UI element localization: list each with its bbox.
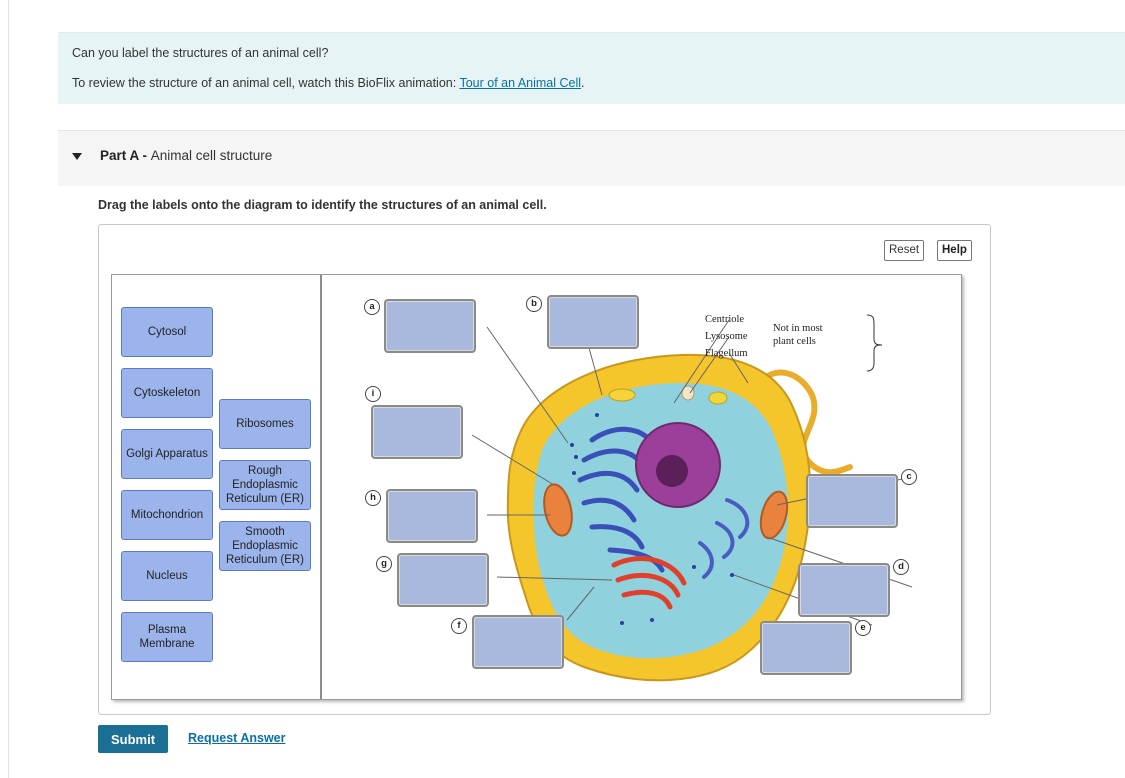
centriole-shape	[608, 388, 636, 402]
drop-target-f[interactable]	[472, 615, 564, 669]
drop-target-b[interactable]	[547, 295, 639, 349]
drop-target-e[interactable]	[760, 621, 852, 675]
label-smooth-er[interactable]: Smooth Endoplasmic Reticulum (ER)	[219, 521, 311, 571]
intro-question: Can you label the structures of an anima…	[72, 46, 329, 60]
drag-board: Cytosol Cytoskeleton Ribosomes Golgi App…	[111, 274, 962, 700]
lysosome-annotation: Lysosome	[705, 331, 748, 342]
label-ribosomes[interactable]: Ribosomes	[219, 399, 311, 449]
instruction-text: Drag the labels onto the diagram to iden…	[98, 198, 547, 212]
target-letter-h: h	[365, 490, 381, 506]
part-a-header[interactable]: Part A - Animal cell structure	[58, 130, 1125, 186]
part-name: Animal cell structure	[150, 148, 273, 163]
request-answer-link[interactable]: Request Answer	[188, 731, 285, 745]
target-letter-e: e	[855, 620, 871, 636]
reset-button[interactable]: Reset	[884, 240, 925, 261]
review-suffix: .	[581, 76, 585, 90]
submit-button[interactable]: Submit	[98, 725, 168, 753]
drop-target-h[interactable]	[386, 489, 478, 543]
label-cytosol[interactable]: Cytosol	[121, 307, 213, 357]
nucleolus-shape	[656, 455, 688, 487]
organelle-small-shape	[708, 391, 728, 405]
drop-target-g[interactable]	[397, 553, 489, 607]
target-letter-c: c	[901, 469, 917, 485]
part-separator: -	[138, 148, 151, 163]
not-in-plant-line2: plant cells	[773, 336, 816, 347]
bioflix-animation-link[interactable]: Tour of an Animal Cell	[459, 76, 581, 90]
target-letter-f: f	[451, 618, 467, 634]
review-prefix: To review the structure of an animal cel…	[72, 76, 460, 90]
intro-panel: Can you label the structures of an anima…	[58, 32, 1125, 104]
drop-target-i[interactable]	[371, 405, 463, 459]
intro-review-text: To review the structure of an animal cel…	[72, 76, 585, 90]
label-nucleus[interactable]: Nucleus	[121, 551, 213, 601]
not-in-plant-line1: Not in most	[773, 323, 823, 334]
centriole-annotation: Centriole	[705, 314, 745, 325]
drop-target-d[interactable]	[798, 563, 890, 617]
help-button[interactable]: Help	[937, 240, 972, 261]
flagellum-annotation: Flagellum	[705, 348, 748, 359]
target-letter-g: g	[376, 556, 392, 572]
label-plasma-membrane[interactable]: Plasma Membrane	[121, 612, 213, 662]
label-mitochondrion[interactable]: Mitochondrion	[121, 490, 213, 540]
annotation-bracket	[866, 314, 883, 372]
not-in-plant-cells-annotation: Not in most plant cells	[773, 322, 823, 348]
part-title: Part A - Animal cell structure	[100, 148, 272, 163]
label-golgi-apparatus[interactable]: Golgi Apparatus	[121, 429, 213, 479]
part-prefix: Part A	[100, 148, 139, 163]
collapse-caret-icon[interactable]	[72, 153, 82, 160]
target-letter-b: b	[526, 296, 542, 312]
labeling-activity: Reset Help Cytosol Cytoskeleton Ribosome…	[98, 224, 991, 715]
drop-target-c[interactable]	[806, 474, 898, 528]
target-letter-a: a	[364, 299, 380, 315]
label-cytoskeleton[interactable]: Cytoskeleton	[121, 368, 213, 418]
drop-target-a[interactable]	[384, 299, 476, 353]
target-letter-d: d	[893, 559, 909, 575]
page-left-rule	[8, 0, 9, 778]
target-letter-i: i	[365, 386, 381, 402]
label-rough-er[interactable]: Rough Endoplasmic Reticulum (ER)	[219, 460, 311, 510]
